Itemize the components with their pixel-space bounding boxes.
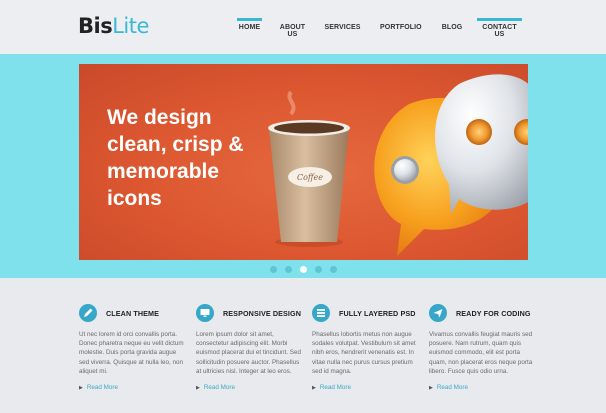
nav-item-portfolio[interactable]: PORTFOLIO — [380, 18, 422, 38]
steam-icon — [287, 90, 296, 116]
feature-title: READY FOR CODING — [456, 309, 531, 318]
read-more-link[interactable]: ▶ Read More — [196, 384, 235, 391]
nav-item-home[interactable]: HOME — [237, 18, 262, 38]
cup-label: Coffee — [297, 173, 323, 182]
feature-title: FULLY LAYERED PSD — [339, 309, 416, 318]
feature-text: Phasellus lobortis metus non augue sodal… — [312, 331, 416, 375]
nav-item-services[interactable]: SERVICES — [324, 18, 361, 38]
nav-item-about-us[interactable]: ABOUT US — [274, 18, 311, 38]
paper-plane-icon — [429, 304, 447, 322]
feature-title: CLEAN THEME — [106, 309, 160, 318]
monitor-icon — [196, 304, 214, 322]
feature-text: Ut nec lorem id orci convallis porta. Do… — [79, 331, 184, 375]
layers-icon — [312, 304, 330, 322]
feature-title: RESPONSIVE DESIGN — [223, 309, 301, 318]
read-more-link[interactable]: ▶ Read More — [312, 384, 351, 391]
main-nav: HOME ABOUT US SERVICES PORTFOLIO BLOG CO… — [0, 18, 606, 38]
read-more-label: Read More — [203, 384, 236, 391]
arrow-right-icon: ▶ — [429, 385, 433, 391]
read-more-link[interactable]: ▶ Read More — [429, 384, 468, 391]
slider-dot-4[interactable] — [315, 266, 322, 273]
slider-dot-5[interactable] — [330, 266, 337, 273]
slider-dot-1[interactable] — [270, 266, 277, 273]
hero-slide[interactable]: We design clean, crisp & memorable icons — [79, 64, 528, 260]
feature-text: Lorem ipsum dolor sit amet, consectetur … — [196, 331, 302, 375]
nav-item-blog[interactable]: BLOG — [440, 18, 464, 38]
slider-dot-3[interactable] — [300, 266, 307, 273]
read-more-link[interactable]: ▶ Read More — [79, 384, 118, 391]
arrow-right-icon: ▶ — [79, 385, 83, 391]
pen-icon — [79, 304, 97, 322]
slider-dot-2[interactable] — [285, 266, 292, 273]
feature-text: Vivamus convallis feugiat mauris sed pos… — [429, 331, 533, 375]
site-header: BisLite HOME ABOUT US SERVICES PORTFOLIO… — [0, 0, 606, 54]
nav-item-contact-us[interactable]: CONTACT US — [477, 18, 522, 38]
arrow-right-icon: ▶ — [312, 385, 316, 391]
read-more-label: Read More — [86, 384, 119, 391]
read-more-label: Read More — [436, 384, 469, 391]
coffee-cup-icon: Coffee — [268, 120, 350, 247]
hero-band: We design clean, crisp & memorable icons — [0, 54, 606, 278]
arrow-right-icon: ▶ — [196, 385, 200, 391]
read-more-label: Read More — [319, 384, 352, 391]
hero-illustration: Coffee — [268, 74, 528, 256]
